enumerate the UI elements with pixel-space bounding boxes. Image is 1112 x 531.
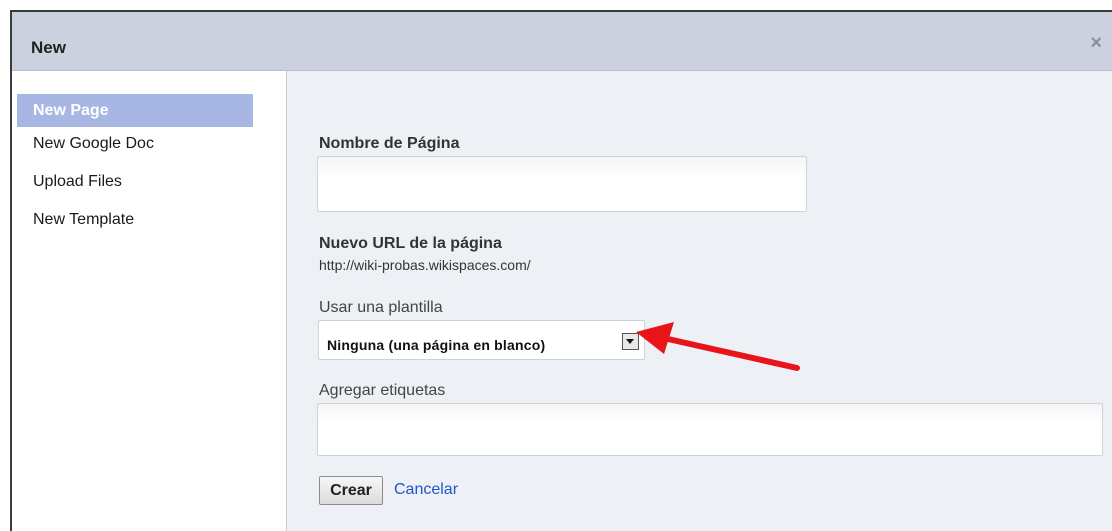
- page-name-input[interactable]: [317, 156, 807, 212]
- template-selected-value: Ninguna (una página en blanco): [327, 337, 546, 353]
- new-dialog: New × New Page New Google Doc Upload Fil…: [10, 10, 1112, 531]
- sidebar-item-new-template[interactable]: New Template: [17, 203, 253, 236]
- page-name-label: Nombre de Página: [319, 135, 460, 152]
- close-icon[interactable]: ×: [1090, 32, 1102, 55]
- url-value: http://wiki-probas.wikispaces.com/: [319, 257, 531, 273]
- form-panel: Nombre de Página Nuevo URL de la página …: [287, 71, 1112, 531]
- tags-label: Agregar etiquetas: [319, 382, 446, 399]
- template-select[interactable]: Ninguna (una página en blanco): [318, 320, 645, 360]
- sidebar-item-upload-files[interactable]: Upload Files: [17, 165, 253, 198]
- sidebar-item-new-page[interactable]: New Page: [17, 94, 253, 127]
- dialog-titlebar: New ×: [12, 12, 1112, 71]
- sidebar: New Page New Google Doc Upload Files New…: [12, 71, 287, 531]
- create-button[interactable]: Crear: [319, 476, 383, 505]
- tags-input[interactable]: [317, 403, 1103, 456]
- dialog-title: New: [31, 38, 66, 57]
- url-label: Nuevo URL de la página: [319, 235, 502, 252]
- template-label: Usar una plantilla: [319, 299, 443, 316]
- sidebar-item-new-google-doc[interactable]: New Google Doc: [17, 127, 253, 160]
- cancel-link[interactable]: Cancelar: [394, 481, 458, 499]
- chevron-down-icon[interactable]: [622, 333, 639, 350]
